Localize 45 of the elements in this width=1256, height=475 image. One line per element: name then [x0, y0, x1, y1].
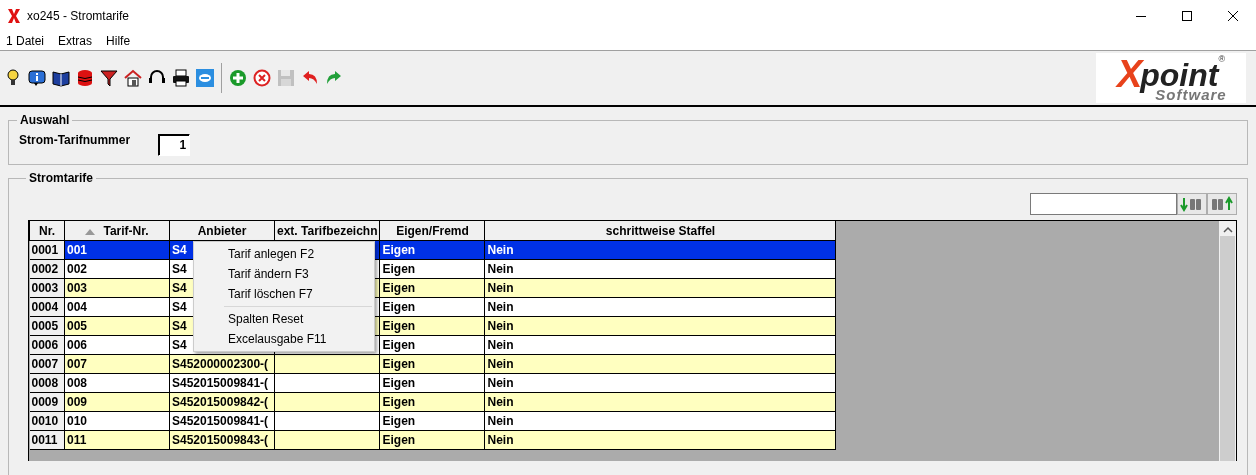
menu-item[interactable]: 1 Datei [2, 34, 51, 48]
find-down-icon [1180, 196, 1204, 212]
group-title: Stromtarife [28, 171, 94, 185]
find-up-icon [1210, 196, 1234, 212]
close-icon [1228, 11, 1238, 21]
vertical-scrollbar[interactable] [1219, 221, 1236, 461]
cancel-icon [252, 68, 272, 88]
sort-arrow-icon [85, 228, 96, 235]
column-header[interactable]: Eigen/Fremd [380, 221, 485, 241]
column-header[interactable]: schrittweise Staffel [485, 221, 836, 241]
search-field[interactable] [1030, 193, 1177, 215]
column-header[interactable]: Tarif-Nr. [64, 221, 170, 241]
app-logo-icon [7, 8, 21, 24]
row-number: 0002 [29, 259, 65, 279]
tariff-number-field[interactable]: 1 [158, 134, 191, 156]
row-number: 0009 [29, 392, 65, 412]
filter-icon [99, 68, 119, 88]
row-number: 0005 [29, 316, 65, 336]
printer-icon [171, 68, 191, 88]
row-number: 0008 [29, 373, 65, 393]
add-icon [228, 68, 248, 88]
find-previous-button[interactable] [1207, 193, 1237, 215]
database-icon [75, 68, 95, 88]
row-number: 0010 [29, 411, 65, 431]
window-title: xo245 - Stromtarife [27, 9, 131, 23]
info-icon [27, 68, 47, 88]
row-number: 0011 [29, 430, 65, 450]
row-number: 0003 [29, 278, 65, 298]
row-number: 0007 [29, 354, 65, 374]
column-header[interactable]: ext. Tarifbezeichn [274, 221, 380, 241]
group-title: Auswahl [19, 113, 71, 127]
house-icon [123, 68, 143, 88]
scroll-up-icon [1222, 226, 1233, 234]
column-header[interactable]: Anbieter [169, 221, 275, 241]
row-number: 0006 [29, 335, 65, 355]
field-label: Strom-Tarifnummer [19, 133, 131, 147]
row-number: 0004 [29, 297, 65, 317]
maximize-icon [1182, 11, 1192, 21]
save-icon [276, 68, 296, 88]
column-header[interactable]: Nr. [29, 221, 65, 241]
book-icon [51, 68, 71, 88]
find-next-button[interactable] [1177, 193, 1207, 215]
menu-item[interactable]: Hilfe [102, 34, 137, 48]
registered-mark: ® [1218, 54, 1226, 64]
menu-item[interactable]: Extras [54, 34, 99, 48]
